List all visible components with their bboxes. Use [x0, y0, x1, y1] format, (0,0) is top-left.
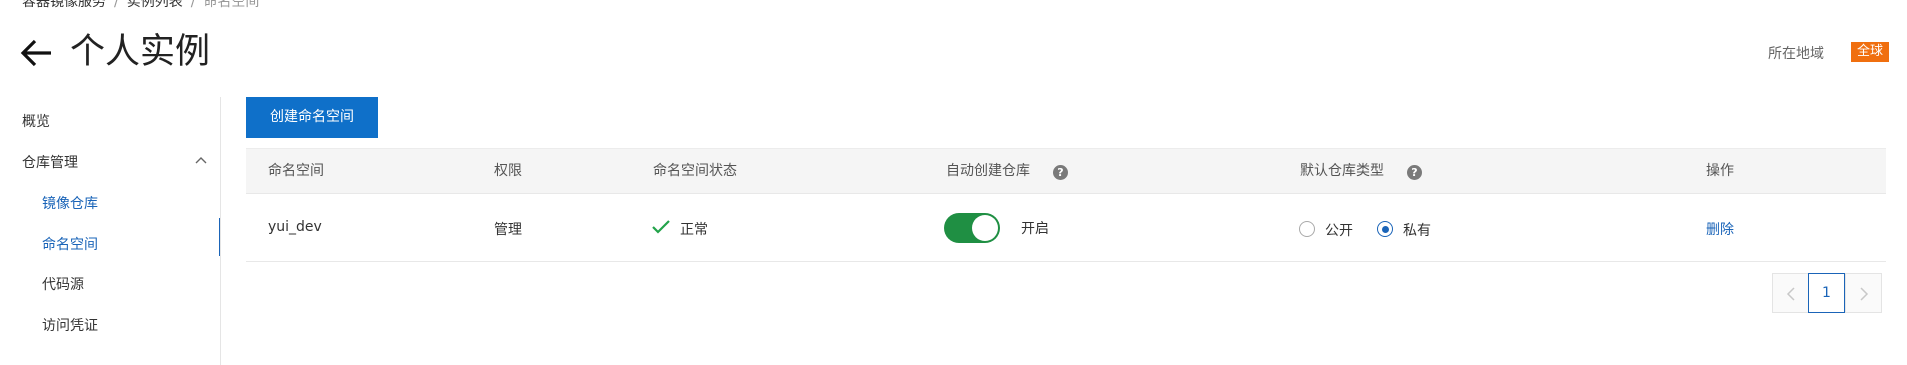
- prev-page-button[interactable]: [1772, 273, 1809, 313]
- breadcrumb-separator: /: [190, 0, 196, 10]
- chevron-up-icon[interactable]: [194, 153, 208, 167]
- repo-type-public-radio[interactable]: [1299, 221, 1315, 237]
- breadcrumb-separator: /: [114, 0, 119, 10]
- breadcrumb: 容器镜像服务 / 实例列表 / 命名空间: [22, 0, 259, 11]
- column-header-auto-create: 自动创建仓库: [946, 163, 1030, 179]
- auto-create-toggle[interactable]: [944, 213, 1000, 243]
- column-header-default-repo-type: 默认仓库类型: [1300, 163, 1384, 179]
- auto-create-label: 开启: [1021, 221, 1049, 237]
- sidebar-item-access-credential[interactable]: 访问凭证: [42, 315, 98, 335]
- breadcrumb-current: 命名空间: [203, 0, 260, 10]
- sidebar-item-overview[interactable]: 概览: [22, 111, 50, 131]
- column-header-permission: 权限: [494, 163, 522, 179]
- question-circle-icon[interactable]: ?: [1053, 165, 1068, 180]
- repo-type-private-radio[interactable]: [1377, 221, 1393, 237]
- status-value: 正常: [680, 222, 708, 238]
- column-header-namespace: 命名空间: [268, 163, 324, 179]
- permission-value: 管理: [494, 222, 522, 238]
- breadcrumb-item-instances[interactable]: 实例列表: [127, 0, 183, 10]
- toggle-knob: [972, 215, 998, 241]
- page-number-button[interactable]: 1: [1808, 273, 1845, 313]
- namespace-name: yui_dev: [268, 219, 322, 235]
- check-icon: [652, 220, 670, 234]
- row-divider: [246, 261, 1886, 262]
- delete-link[interactable]: 删除: [1706, 219, 1734, 239]
- column-header-actions: 操作: [1706, 163, 1734, 179]
- sidebar-item-code-source[interactable]: 代码源: [42, 274, 84, 294]
- sidebar-divider: [220, 97, 221, 365]
- repo-type-private-label[interactable]: 私有: [1403, 220, 1431, 240]
- arrow-left-icon[interactable]: [20, 36, 54, 70]
- region-label: 所在地域: [1768, 46, 1824, 62]
- breadcrumb-item-service[interactable]: 容器镜像服务: [22, 0, 106, 10]
- sidebar-item-namespace[interactable]: 命名空间: [42, 234, 98, 254]
- question-circle-icon[interactable]: ?: [1407, 165, 1422, 180]
- chevron-left-icon: [1786, 287, 1795, 301]
- column-header-namespace-status: 命名空间状态: [653, 163, 737, 179]
- page-title: 个人实例: [70, 32, 211, 72]
- sidebar-group-repo-management[interactable]: 仓库管理: [22, 152, 78, 172]
- sidebar-item-image-repo[interactable]: 镜像仓库: [42, 193, 98, 213]
- next-page-button[interactable]: [1845, 273, 1882, 313]
- repo-type-public-label[interactable]: 公开: [1325, 220, 1353, 240]
- create-namespace-button[interactable]: 创建命名空间: [246, 97, 378, 138]
- region-badge[interactable]: 全球: [1851, 42, 1889, 62]
- chevron-right-icon: [1860, 287, 1869, 301]
